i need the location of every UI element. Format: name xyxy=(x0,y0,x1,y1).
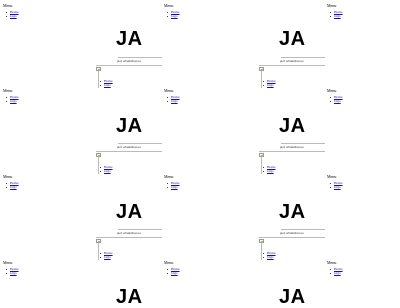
menu-title: Menu xyxy=(327,3,337,8)
hero-tagline: jazz whatisthat.eu xyxy=(117,145,141,149)
content-list: Home Gigs xyxy=(263,251,276,259)
menu-list: Home Gigs xyxy=(6,267,19,275)
menu-title: Menu xyxy=(164,88,174,93)
menu-list: Home Gigs xyxy=(167,181,180,189)
menu-item-gigs[interactable]: Gigs xyxy=(167,271,180,275)
divider xyxy=(259,65,325,66)
menu-item-gigs[interactable]: Gigs xyxy=(6,14,19,18)
content-list: Home Gigs xyxy=(100,251,113,259)
hero-tagline: jazz whatisthat.eu xyxy=(280,59,304,63)
menu-title: Menu xyxy=(327,174,337,179)
menu-link-gigs[interactable]: Gigs xyxy=(10,14,17,18)
divider xyxy=(98,71,99,88)
menu-link-gigs[interactable]: Gigs xyxy=(171,99,178,103)
divider xyxy=(118,143,162,144)
content-list: Home Gigs xyxy=(263,165,276,173)
menu-item-gigs[interactable]: Gigs xyxy=(330,185,343,189)
menu-title: Menu xyxy=(3,3,13,8)
menu-title: Menu xyxy=(3,174,13,179)
menu-link-gigs[interactable]: Gigs xyxy=(334,185,341,189)
menu-link-gigs[interactable]: Gigs xyxy=(334,271,341,275)
menu-list: Home Gigs xyxy=(6,181,19,189)
content-link-gigs[interactable]: Gigs xyxy=(104,83,111,87)
divider xyxy=(261,157,262,174)
divider xyxy=(98,157,99,174)
content-link-gigs[interactable]: Gigs xyxy=(267,169,274,173)
menu-list: Home Gigs xyxy=(330,181,343,189)
menu-title: Menu xyxy=(164,3,174,8)
divider xyxy=(261,243,262,260)
menu-item-gigs[interactable]: Gigs xyxy=(167,14,180,18)
hero-logo: JA xyxy=(279,201,306,223)
content-item-gigs[interactable]: Gigs xyxy=(263,255,276,259)
menu-list: Home Gigs xyxy=(330,267,343,275)
menu-link-gigs[interactable]: Gigs xyxy=(334,99,341,103)
menu-link-gigs[interactable]: Gigs xyxy=(171,14,178,18)
divider xyxy=(259,237,325,238)
divider xyxy=(281,229,325,230)
divider xyxy=(118,57,162,58)
hero-logo: JA xyxy=(279,115,306,137)
menu-link-gigs[interactable]: Gigs xyxy=(10,99,17,103)
content-item-gigs[interactable]: Gigs xyxy=(263,83,276,87)
menu-list: Home Gigs xyxy=(167,95,180,103)
divider xyxy=(261,71,262,88)
hero-logo: JA xyxy=(116,115,143,137)
content-item-gigs[interactable]: Gigs xyxy=(263,169,276,173)
menu-item-gigs[interactable]: Gigs xyxy=(6,99,19,103)
menu-item-gigs[interactable]: Gigs xyxy=(6,271,19,275)
hero-tagline: jazz whatisthat.eu xyxy=(280,145,304,149)
content-link-gigs[interactable]: Gigs xyxy=(267,83,274,87)
menu-item-gigs[interactable]: Gigs xyxy=(167,185,180,189)
menu-list: Home Gigs xyxy=(6,95,19,103)
menu-title: Menu xyxy=(164,174,174,179)
content-item-gigs[interactable]: Gigs xyxy=(100,255,113,259)
menu-item-gigs[interactable]: Gigs xyxy=(330,99,343,103)
menu-title: Menu xyxy=(164,260,174,265)
hero-tagline: jazz whatisthat.eu xyxy=(280,231,304,235)
divider xyxy=(96,65,162,66)
divider xyxy=(281,57,325,58)
menu-list: Home Gigs xyxy=(330,10,343,18)
menu-item-gigs[interactable]: Gigs xyxy=(167,99,180,103)
hero-logo: JA xyxy=(116,28,143,50)
menu-link-gigs[interactable]: Gigs xyxy=(10,185,17,189)
menu-title: Menu xyxy=(3,88,13,93)
menu-item-gigs[interactable]: Gigs xyxy=(6,185,19,189)
menu-item-gigs[interactable]: Gigs xyxy=(330,271,343,275)
menu-item-gigs[interactable]: Gigs xyxy=(330,14,343,18)
content-list: Home Gigs xyxy=(100,165,113,173)
content-item-gigs[interactable]: Gigs xyxy=(100,169,113,173)
menu-list: Home Gigs xyxy=(330,95,343,103)
content-list: Home Gigs xyxy=(263,79,276,87)
content-list: Home Gigs xyxy=(100,79,113,87)
divider xyxy=(259,151,325,152)
hero-tagline: jazz whatisthat.eu xyxy=(117,231,141,235)
divider xyxy=(98,243,99,260)
content-link-gigs[interactable]: Gigs xyxy=(267,255,274,259)
hero-logo: JA xyxy=(116,286,143,308)
divider xyxy=(96,151,162,152)
menu-link-gigs[interactable]: Gigs xyxy=(171,271,178,275)
hero-tagline: jazz whatisthat.eu xyxy=(117,59,141,63)
menu-link-gigs[interactable]: Gigs xyxy=(334,14,341,18)
divider xyxy=(96,237,162,238)
menu-link-gigs[interactable]: Gigs xyxy=(10,271,17,275)
hero-logo: JA xyxy=(279,28,306,50)
menu-list: Home Gigs xyxy=(6,10,19,18)
divider xyxy=(281,143,325,144)
content-item-gigs[interactable]: Gigs xyxy=(100,83,113,87)
menu-title: Menu xyxy=(327,260,337,265)
hero-logo: JA xyxy=(279,286,306,308)
hero-logo: JA xyxy=(116,201,143,223)
menu-list: Home Gigs xyxy=(167,267,180,275)
menu-link-gigs[interactable]: Gigs xyxy=(171,185,178,189)
content-link-gigs[interactable]: Gigs xyxy=(104,255,111,259)
divider xyxy=(118,229,162,230)
menu-title: Menu xyxy=(327,88,337,93)
content-link-gigs[interactable]: Gigs xyxy=(104,169,111,173)
menu-title: Menu xyxy=(3,260,13,265)
menu-list: Home Gigs xyxy=(167,10,180,18)
